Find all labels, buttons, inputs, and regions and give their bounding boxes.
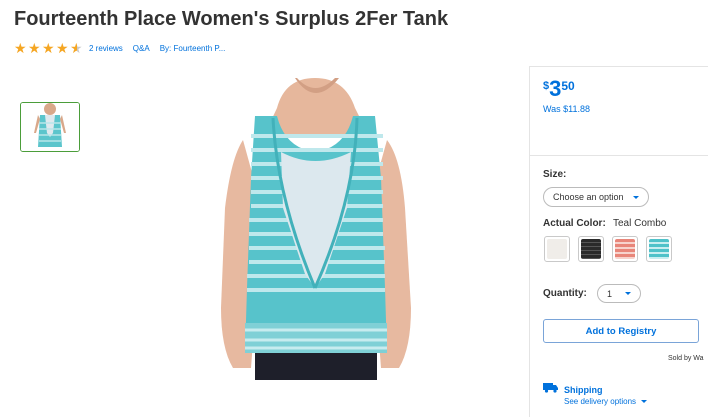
sold-by: Sold by Wa xyxy=(668,355,704,362)
swatch-coral-fill xyxy=(615,239,635,259)
shipping-label: Shipping xyxy=(564,385,603,395)
thumbnail-image xyxy=(21,103,79,151)
swatch-white-fill xyxy=(547,239,567,259)
star-icon: ★ xyxy=(28,40,41,56)
reviews-link[interactable]: 2 reviews xyxy=(89,44,123,53)
swatch-teal[interactable] xyxy=(646,236,672,262)
tank-top-image xyxy=(221,78,411,380)
size-select-value: Choose an option xyxy=(553,192,624,202)
price-cents: 50 xyxy=(561,79,575,93)
product-main-image[interactable] xyxy=(215,78,415,380)
quantity-value: 1 xyxy=(607,288,613,299)
delivery-options-link[interactable]: See delivery options xyxy=(564,397,648,406)
brand-link[interactable]: By: Fourteenth P... xyxy=(160,44,226,53)
swatch-coral[interactable] xyxy=(612,236,638,262)
size-label: Size: xyxy=(543,169,567,180)
chevron-down-icon xyxy=(633,195,639,199)
chevron-down-icon xyxy=(641,400,648,403)
color-value: Teal Combo xyxy=(613,218,667,229)
quantity-select[interactable]: 1 xyxy=(597,284,641,303)
truck-icon xyxy=(543,383,558,393)
swatch-teal-fill xyxy=(649,239,669,259)
product-title: Fourteenth Place Women's Surplus 2Fer Ta… xyxy=(14,8,449,30)
swatch-black-fill xyxy=(581,239,601,259)
size-select[interactable]: Choose an option xyxy=(543,187,649,207)
swatch-white[interactable] xyxy=(544,236,570,262)
half-star-icon: ★ xyxy=(70,40,83,56)
rating-stars[interactable]: ★ ★ ★ ★ ★ xyxy=(14,40,83,56)
was-price: Was $11.88 xyxy=(543,104,591,114)
current-price: $350 xyxy=(543,76,575,102)
add-to-registry-button[interactable]: Add to Registry xyxy=(543,319,699,343)
swatch-black[interactable] xyxy=(578,236,604,262)
chevron-down-icon xyxy=(625,292,631,295)
brand-byline: By: Fourteenth P... xyxy=(160,44,226,53)
qa-link[interactable]: Q&A xyxy=(133,44,150,53)
delivery-options-text: See delivery options xyxy=(564,397,637,406)
star-icon: ★ xyxy=(14,40,27,56)
color-label: Actual Color: xyxy=(543,218,606,229)
panel-divider xyxy=(530,155,708,156)
quantity-label: Quantity: xyxy=(543,288,587,299)
product-thumbnail[interactable] xyxy=(20,102,80,152)
price-currency: $ xyxy=(543,80,550,92)
star-icon: ★ xyxy=(42,40,55,56)
price-dollars: 3 xyxy=(549,76,562,101)
star-icon: ★ xyxy=(56,40,69,56)
product-meta: ★ ★ ★ ★ ★ 2 reviews Q&A By: Fourteenth P… xyxy=(14,40,226,56)
